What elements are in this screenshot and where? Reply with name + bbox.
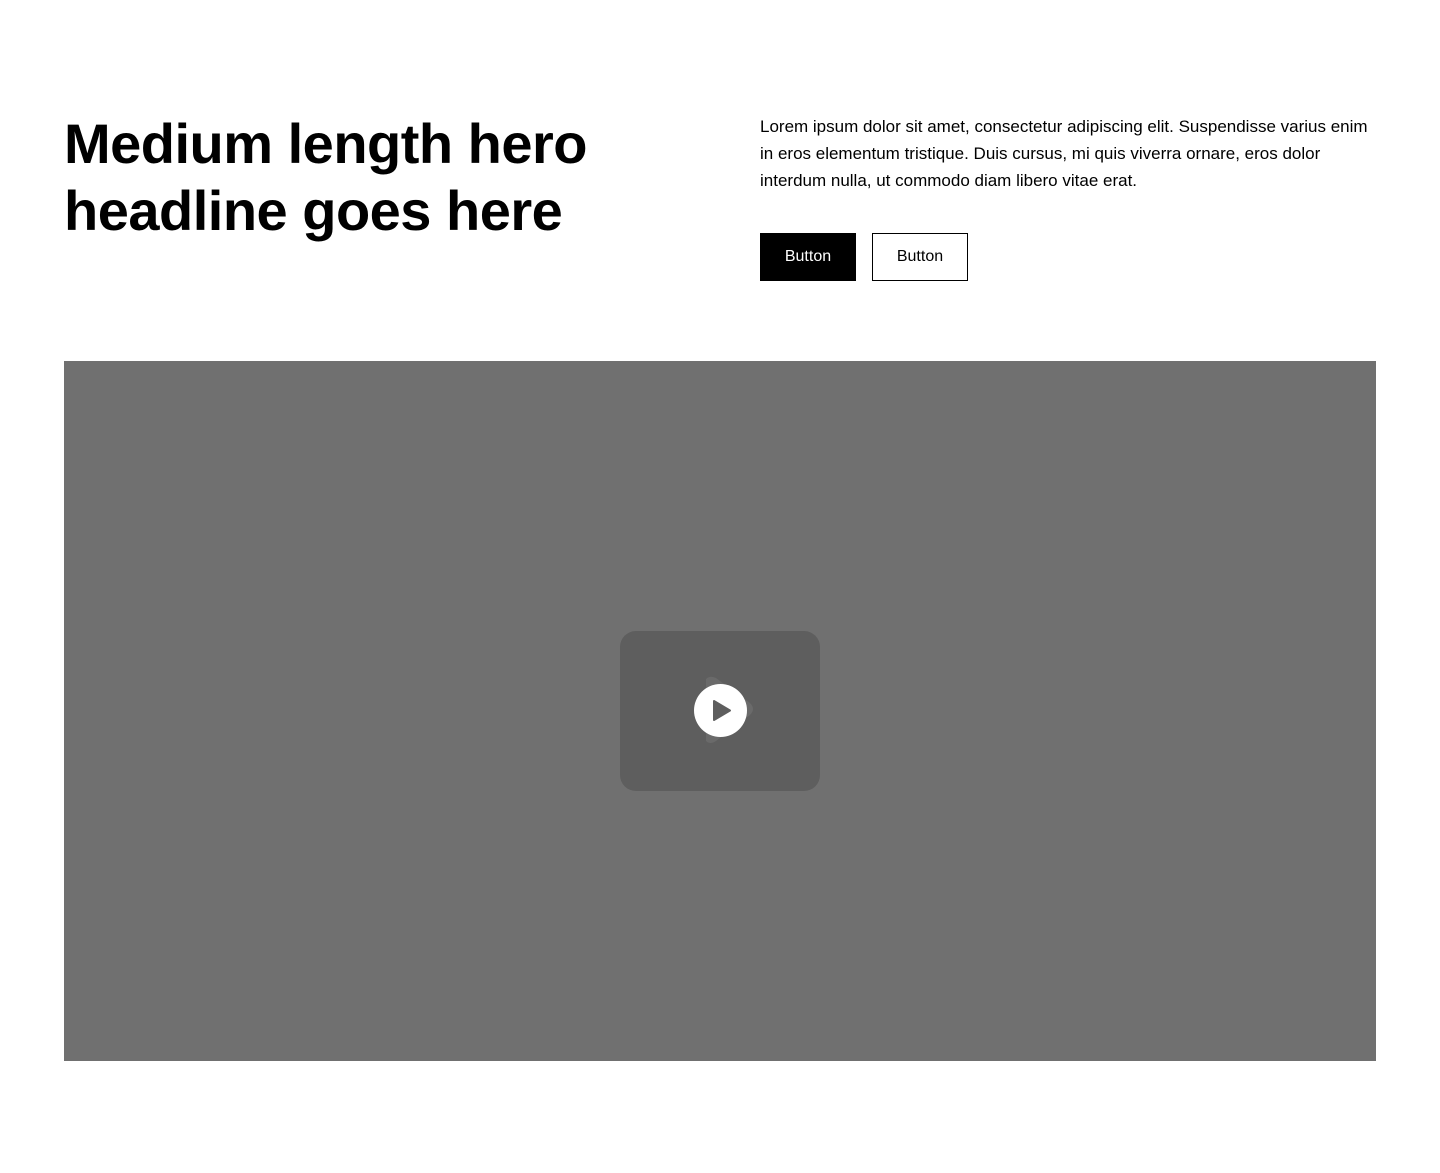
- hero-description: Lorem ipsum dolor sit amet, consectetur …: [760, 117, 1368, 190]
- hero-content: Lorem ipsum dolor sit amet, consectetur …: [760, 113, 1376, 281]
- video-play-card[interactable]: [620, 631, 820, 791]
- video-placeholder[interactable]: [64, 361, 1376, 1061]
- hero-section: Medium length hero headline goes here Lo…: [0, 0, 1440, 1173]
- hero-headline: Medium length hero headline goes here: [64, 112, 588, 242]
- primary-button[interactable]: Button: [760, 233, 856, 281]
- secondary-button[interactable]: Button: [872, 233, 968, 281]
- play-icon: [713, 700, 731, 721]
- hero-buttons: Button Button: [760, 233, 968, 281]
- play-button[interactable]: [694, 684, 747, 737]
